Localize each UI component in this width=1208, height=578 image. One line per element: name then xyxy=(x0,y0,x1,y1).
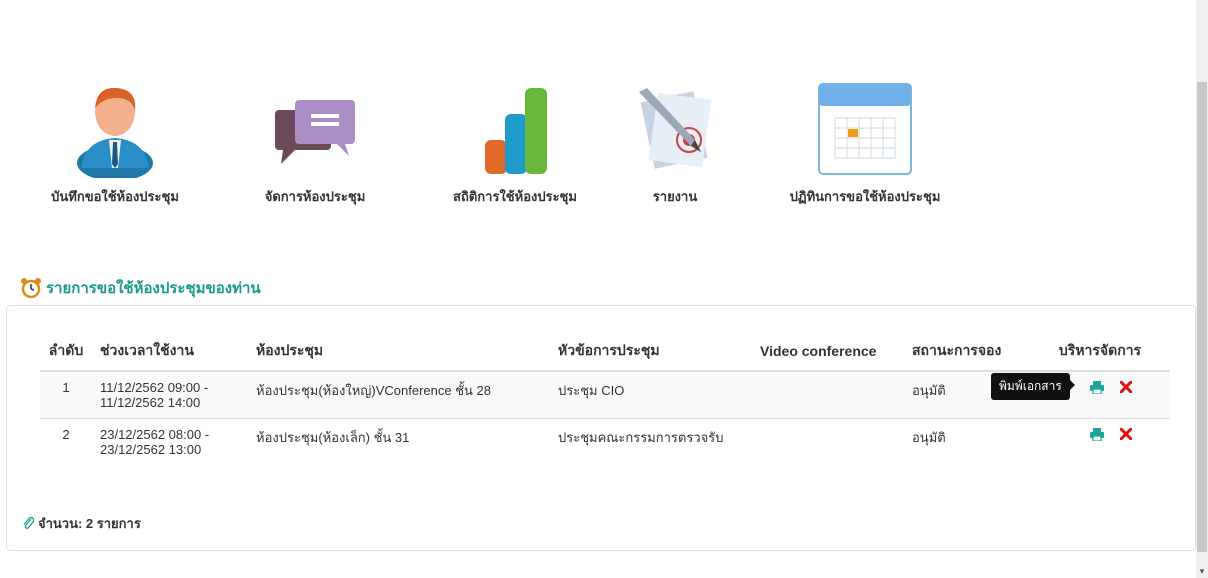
cell-video xyxy=(752,418,904,465)
cell-room: ห้องประชุม(ห้องใหญ่)VConference ชั้น 28 xyxy=(248,370,550,419)
col-header-room: ห้องประชุม xyxy=(248,334,550,372)
menu-label: จัดการห้องประชุม xyxy=(264,189,366,204)
menu-item-manage-rooms[interactable]: จัดการห้องประชุม xyxy=(240,78,390,207)
scrollbar-thumb[interactable] xyxy=(1197,82,1207,552)
cell-status: อนุมัติ xyxy=(904,418,1030,465)
cell-topic: ประชุมคณะกรรมการตรวจรับ xyxy=(550,418,752,465)
menu-item-calendar[interactable]: ปฏิทินการขอใช้ห้องประชุม xyxy=(770,78,960,207)
user-icon xyxy=(65,78,165,181)
col-header-manage: บริหารจัดการ xyxy=(1030,334,1170,372)
document-icon xyxy=(625,78,725,178)
menu-label: สถิติการใช้ห้องประชุม xyxy=(453,189,577,204)
menu-label: ปฏิทินการขอใช้ห้องประชุม xyxy=(789,189,941,204)
time-start: 11/12/2562 09:00 - xyxy=(100,380,209,395)
col-header-time: ช่วงเวลาใช้งาน xyxy=(92,334,248,372)
table-row: 2 23/12/2562 08:00 - 23/12/2562 13:00 ห้… xyxy=(40,418,1170,465)
cell-video xyxy=(752,370,904,419)
time-start: 23/12/2562 08:00 - xyxy=(100,427,210,442)
cell-time: 11/12/2562 09:00 - 11/12/2562 14:00 xyxy=(92,370,248,419)
col-header-status: สถานะการจอง xyxy=(904,334,1030,372)
main-menu: บันทึกขอใช้ห้องประชุม จัดการห้องประชุม ส… xyxy=(0,78,1100,218)
record-count-text: จำนวน: 2 รายการ xyxy=(38,516,141,531)
menu-item-booking[interactable]: บันทึกขอใช้ห้องประชุม xyxy=(30,78,200,207)
record-count: จำนวน: 2 รายการ xyxy=(22,513,141,534)
cell-manage xyxy=(1030,418,1170,465)
cell-time: 23/12/2562 08:00 - 23/12/2562 13:00 xyxy=(92,418,248,465)
section-title-text: รายการขอใช้ห้องประชุมของท่าน xyxy=(46,280,261,297)
alarm-clock-icon xyxy=(20,277,42,299)
cell-room: ห้องประชุม(ห้องเล็ก) ชั้น 31 xyxy=(248,418,550,465)
menu-item-report[interactable]: รายงาน xyxy=(615,78,735,207)
time-end: 11/12/2562 14:00 xyxy=(100,395,201,410)
cell-no: 2 xyxy=(40,418,92,465)
paperclip-icon xyxy=(22,516,35,532)
print-icon[interactable] xyxy=(1090,427,1105,444)
table-header-row: ลำดับ ช่วงเวลาใช้งาน ห้องประชุม หัวข้อกา… xyxy=(40,334,1170,372)
menu-label: บันทึกขอใช้ห้องประชุม xyxy=(51,189,179,204)
page-scrollbar[interactable]: ▾ xyxy=(1196,0,1208,578)
chat-icon xyxy=(265,78,365,178)
time-end: 23/12/2562 13:00 xyxy=(100,442,202,457)
delete-icon[interactable] xyxy=(1119,380,1133,396)
col-header-video: Video conference xyxy=(752,334,904,372)
print-tooltip: พิมพ์เอกสาร xyxy=(991,373,1075,400)
col-header-no: ลำดับ xyxy=(40,334,92,372)
cell-topic: ประชุม CIO xyxy=(550,370,752,419)
cell-no: 1 xyxy=(40,370,92,419)
bar-chart-icon xyxy=(465,78,565,178)
menu-label: รายงาน xyxy=(652,189,698,204)
section-title: รายการขอใช้ห้องประชุมของท่าน xyxy=(20,276,261,300)
col-header-topic: หัวข้อการประชุม xyxy=(550,334,752,372)
menu-item-statistics[interactable]: สถิติการใช้ห้องประชุม xyxy=(430,78,600,207)
delete-icon[interactable] xyxy=(1119,427,1133,443)
calendar-icon xyxy=(815,78,915,178)
scroll-down-arrow-icon[interactable]: ▾ xyxy=(1196,564,1208,578)
print-icon[interactable] xyxy=(1090,380,1105,397)
